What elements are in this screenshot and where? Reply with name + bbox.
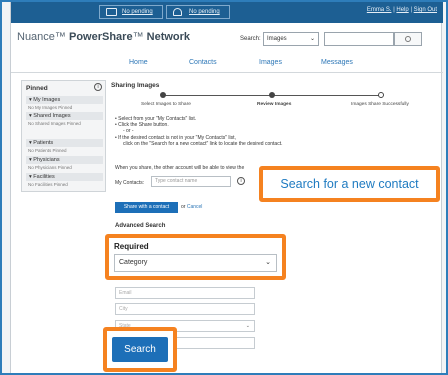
pinned-section-physicians[interactable]: ▾ Physicians No Physicians Pinned <box>26 156 103 171</box>
user-menu-link[interactable]: Emma S. <box>367 7 392 13</box>
nav-home[interactable]: Home <box>129 59 148 66</box>
step-label-1: Select Images to Share <box>141 102 191 107</box>
nav-images[interactable]: Images <box>259 59 282 66</box>
info-icon[interactable]: i <box>94 83 102 91</box>
advanced-search-title: Advanced Search <box>115 223 166 229</box>
step-dot-1 <box>160 92 166 98</box>
chevron-down-icon: ⌄ <box>245 323 250 329</box>
search-submit-button[interactable] <box>394 32 422 46</box>
sharing-title: Sharing Images <box>111 82 160 89</box>
main-nav: Home Contacts Images Messages <box>11 57 443 71</box>
required-highlight: Required Category ⌄ <box>105 234 286 280</box>
pinned-panel: Pinned i ▾ My Images No My Images Pinned… <box>21 80 106 192</box>
contact-name-input[interactable]: Type contact name <box>151 176 231 187</box>
nav-contacts[interactable]: Contacts <box>189 59 217 66</box>
pinned-section-my-images[interactable]: ▾ My Images No My Images Pinned <box>26 96 103 111</box>
separator: | <box>393 7 395 13</box>
search-icon <box>405 36 411 42</box>
search-button-highlight: Search <box>103 327 177 372</box>
cancel-link[interactable]: Cancel <box>187 204 203 210</box>
my-contacts-label: My Contacts: <box>115 180 145 186</box>
share-instructions: • Select from your "My Contacts" list. •… <box>115 116 283 147</box>
pinned-section-shared-images[interactable]: ▾ Shared Images No Shared Images Pinned <box>26 112 103 127</box>
envelope-icon <box>106 8 117 16</box>
search-new-contact-link[interactable]: Search for a new contact <box>259 166 440 202</box>
sign-out-link[interactable]: Sign Out <box>414 7 437 13</box>
search-input[interactable] <box>324 32 394 46</box>
city-field[interactable]: City <box>115 303 255 315</box>
page: No pending No pending Emma S. | Help | S… <box>2 2 446 373</box>
top-bar: No pending No pending Emma S. | Help | S… <box>11 2 443 23</box>
progress-steps: Select Images to Share Review Images Ima… <box>111 90 431 110</box>
messages-pending-link[interactable]: No pending <box>99 5 163 19</box>
search-button[interactable]: Search <box>112 337 168 362</box>
email-field[interactable]: Email <box>115 287 255 299</box>
share-with-contact-button[interactable]: Share with a contact <box>115 202 178 213</box>
help-link[interactable]: Help <box>396 7 408 13</box>
pinned-section-facilities[interactable]: ▾ Facilities No Facilities Pinned <box>26 173 103 188</box>
search-scope-select[interactable]: Images ⌄ <box>263 32 319 46</box>
account-links: Emma S. | Help | Sign Out <box>367 7 437 13</box>
brand-logo: Nuance™ PowerShare™ Network <box>17 31 191 43</box>
contacts-pending-link[interactable]: No pending <box>166 5 230 19</box>
or-cancel: or Cancel <box>181 204 203 210</box>
step-dot-2 <box>269 92 275 98</box>
category-select[interactable]: Category ⌄ <box>114 254 277 272</box>
chevron-down-icon: ⌄ <box>265 259 271 266</box>
app-frame: No pending No pending Emma S. | Help | S… <box>10 2 443 373</box>
nav-divider <box>11 72 443 73</box>
info-icon[interactable]: i <box>237 177 245 185</box>
chevron-down-icon: ⌄ <box>309 36 315 42</box>
share-note: When you share, the other account will b… <box>115 165 245 171</box>
step-label-3: Images Share Successfully <box>351 102 409 107</box>
required-label: Required <box>114 242 149 251</box>
search-label: Search: <box>240 36 261 42</box>
separator: | <box>410 7 412 13</box>
pinned-title: Pinned <box>26 85 48 92</box>
contacts-icon <box>173 8 182 16</box>
step-label-2: Review Images <box>257 102 292 107</box>
pinned-section-patients[interactable]: ▾ Patients No Patients Pinned <box>26 139 103 154</box>
nav-messages[interactable]: Messages <box>321 59 353 66</box>
step-dot-3 <box>378 92 384 98</box>
